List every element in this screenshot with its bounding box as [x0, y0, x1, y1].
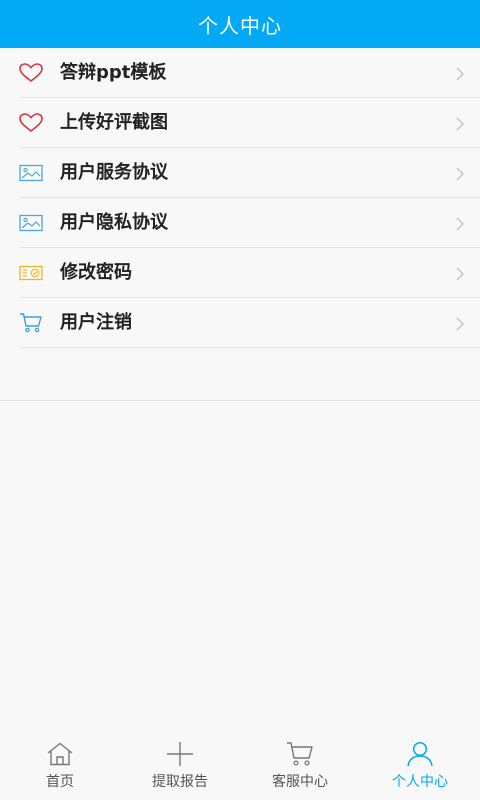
- menu-item-label: 用户注销: [60, 312, 132, 333]
- chevron-right-icon: [454, 316, 466, 331]
- menu-item-privacy-agreement[interactable]: 用户隐私协议: [0, 198, 480, 248]
- menu-item-label: 修改密码: [60, 262, 132, 283]
- tab-profile[interactable]: 个人中心: [360, 735, 480, 800]
- home-icon: [46, 741, 74, 767]
- tab-home[interactable]: 首页: [0, 735, 120, 800]
- chevron-right-icon: [454, 116, 466, 131]
- menu-list: 答辩ppt模板 上传好评截图 用户服务协议 用户隐私协议 修改密码 用户注销: [0, 48, 480, 348]
- user-icon: [406, 741, 434, 767]
- image-icon: [19, 212, 43, 234]
- section-divider: [0, 400, 480, 401]
- cart-icon: [19, 312, 43, 334]
- header-bar: 个人中心: [0, 0, 480, 48]
- tab-label: 个人中心: [392, 774, 448, 790]
- chevron-right-icon: [454, 166, 466, 181]
- page-title: 个人中心: [198, 13, 282, 38]
- card-icon: [19, 262, 43, 284]
- cart-icon: [286, 741, 314, 767]
- menu-item-label: 上传好评截图: [60, 112, 168, 133]
- tab-customer-service[interactable]: 客服中心: [240, 735, 360, 800]
- tab-extract-report[interactable]: 提取报告: [120, 735, 240, 800]
- menu-item-ppt-templates[interactable]: 答辩ppt模板: [0, 48, 480, 98]
- chevron-right-icon: [454, 66, 466, 81]
- menu-item-label: 用户隐私协议: [60, 212, 168, 233]
- tab-label: 客服中心: [272, 774, 328, 790]
- menu-item-account-cancel[interactable]: 用户注销: [0, 298, 480, 348]
- tab-label: 首页: [46, 774, 74, 790]
- chevron-right-icon: [454, 216, 466, 231]
- tab-label: 提取报告: [152, 774, 208, 790]
- menu-item-label: 答辩ppt模板: [60, 62, 167, 83]
- divider: [20, 347, 480, 348]
- heart-icon: [19, 112, 43, 134]
- image-icon: [19, 162, 43, 184]
- menu-item-change-password[interactable]: 修改密码: [0, 248, 480, 298]
- bottom-tab-bar: 首页 提取报告 客服中心 个人中心: [0, 735, 480, 800]
- heart-icon: [19, 62, 43, 84]
- plus-icon: [166, 741, 194, 767]
- chevron-right-icon: [454, 266, 466, 281]
- menu-item-label: 用户服务协议: [60, 162, 168, 183]
- menu-item-upload-review[interactable]: 上传好评截图: [0, 98, 480, 148]
- menu-item-service-agreement[interactable]: 用户服务协议: [0, 148, 480, 198]
